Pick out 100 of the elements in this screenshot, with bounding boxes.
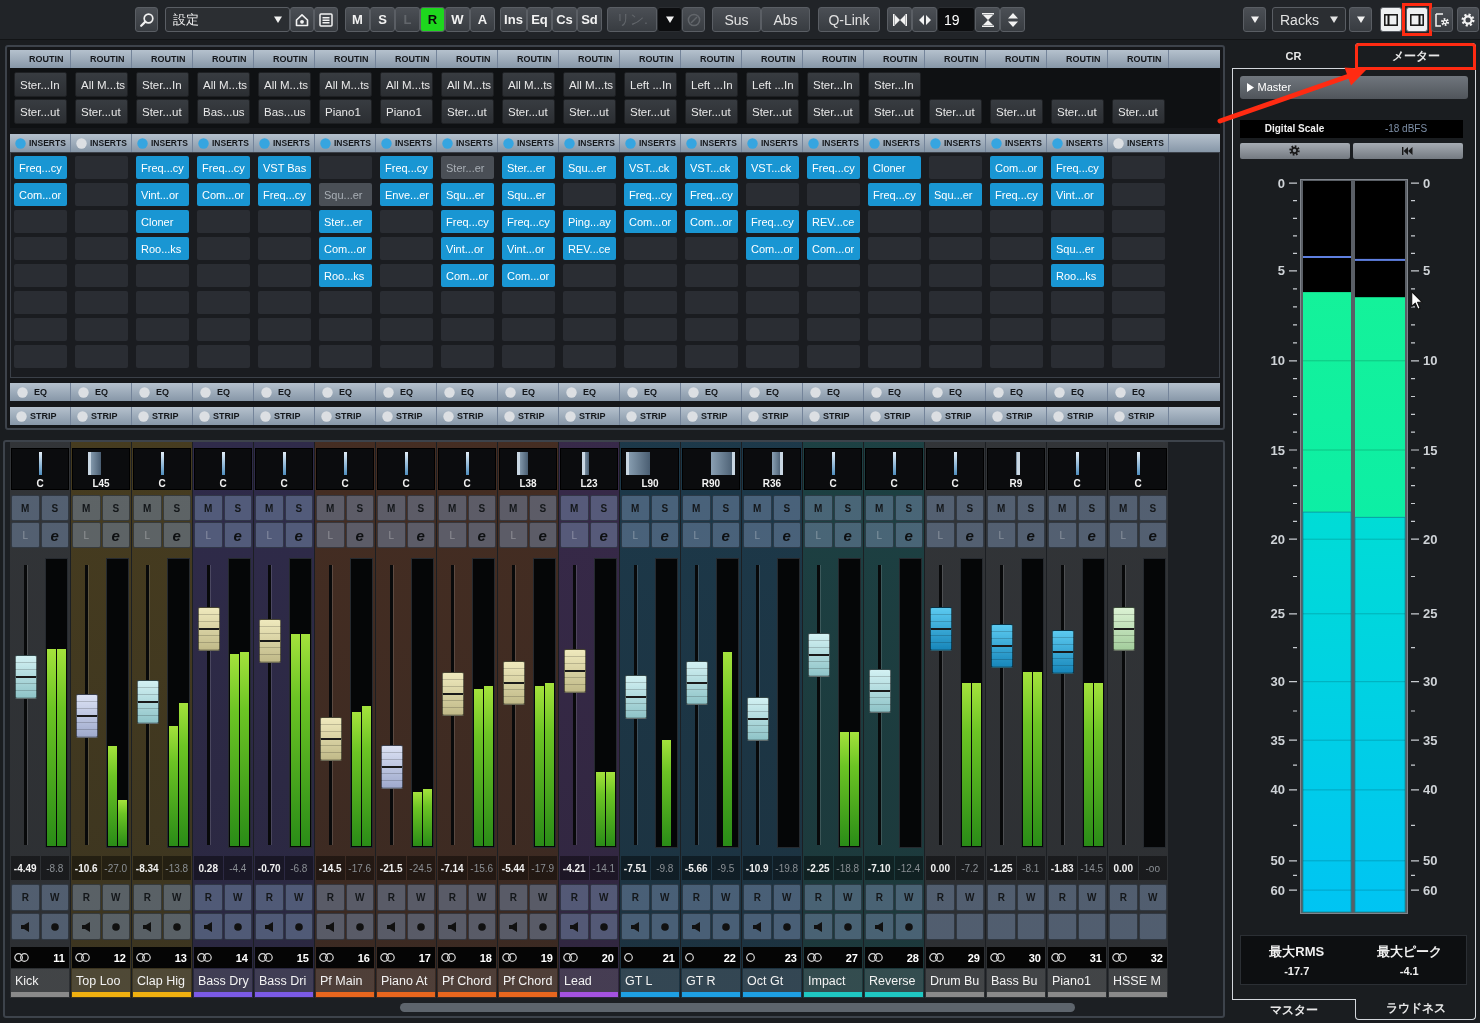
linked-rings-icon[interactable] xyxy=(380,953,395,962)
dropdown-button[interactable] xyxy=(1243,7,1266,32)
read-button[interactable]: R xyxy=(926,884,955,911)
read-button[interactable]: R xyxy=(438,884,467,911)
linked-rings-icon[interactable] xyxy=(197,953,212,962)
monitor-button[interactable] xyxy=(194,913,223,940)
status-dot-icon[interactable] xyxy=(503,137,514,149)
mode-button[interactable]: Sus xyxy=(712,7,761,32)
output-routing-button[interactable]: Ster...ut xyxy=(1051,99,1104,124)
status-dot-icon[interactable] xyxy=(749,386,760,398)
edit-button[interactable]: e xyxy=(650,522,679,548)
input-routing-button[interactable]: All M...ts xyxy=(380,72,433,97)
status-dot-icon[interactable] xyxy=(259,137,270,149)
input-routing-button[interactable]: All M...ts xyxy=(75,72,128,97)
solo-button[interactable]: S xyxy=(528,495,557,521)
output-routing-button[interactable]: Ster...ut xyxy=(441,99,494,124)
read-button[interactable]: R xyxy=(133,884,162,911)
mute-button[interactable]: M xyxy=(72,495,101,521)
edit-button[interactable]: e xyxy=(711,522,740,548)
input-routing-button[interactable]: All M...ts xyxy=(258,72,311,97)
blank-button[interactable] xyxy=(926,913,955,940)
status-dot-icon[interactable] xyxy=(15,137,26,149)
fader-handle[interactable] xyxy=(747,697,769,741)
dropdown-button[interactable] xyxy=(657,7,682,32)
scrollbar-thumb[interactable] xyxy=(400,1003,1075,1012)
fader-handle[interactable] xyxy=(686,660,708,705)
search-button[interactable] xyxy=(135,7,158,32)
status-dot-icon[interactable] xyxy=(16,410,27,422)
list-button[interactable] xyxy=(314,7,338,32)
output-routing-button[interactable]: Ster...ut xyxy=(990,99,1043,124)
edit-button[interactable]: e xyxy=(467,522,496,548)
pan-indicator[interactable] xyxy=(892,452,896,475)
insert-slot[interactable]: Freq...cy xyxy=(197,156,250,179)
status-dot-icon[interactable] xyxy=(688,386,699,398)
status-dot-icon[interactable] xyxy=(1113,137,1124,149)
blank-button[interactable] xyxy=(1077,913,1106,940)
status-dot-icon[interactable] xyxy=(566,386,577,398)
output-routing-button[interactable]: Ster...ut xyxy=(1112,99,1165,124)
insert-slot[interactable]: VST...ck xyxy=(746,156,799,179)
output-routing-button[interactable]: Ster...ut xyxy=(807,99,860,124)
insert-slot[interactable]: Freq...cy xyxy=(807,156,860,179)
insert-slot[interactable]: Cloner xyxy=(136,210,189,233)
solo-button[interactable]: S xyxy=(345,495,374,521)
linked-rings-icon[interactable] xyxy=(136,953,151,962)
solo-button[interactable]: S xyxy=(162,495,191,521)
status-dot-icon[interactable] xyxy=(991,137,1002,149)
pan-indicator[interactable] xyxy=(581,452,585,475)
write-button[interactable]: W xyxy=(955,884,984,911)
panel-tab[interactable]: CR xyxy=(1232,43,1355,68)
output-routing-button[interactable]: Ster...ut xyxy=(685,99,738,124)
solo-button[interactable]: S xyxy=(223,495,252,521)
edit-button[interactable]: e xyxy=(833,522,862,548)
channel-count-field[interactable]: 19 xyxy=(937,7,975,32)
pan-indicator[interactable] xyxy=(1075,452,1079,475)
record-button[interactable] xyxy=(589,913,618,940)
write-button[interactable]: W xyxy=(528,884,557,911)
edit-button[interactable]: e xyxy=(1077,522,1106,548)
dropdown-button[interactable] xyxy=(1349,7,1372,32)
status-dot-icon[interactable] xyxy=(870,410,881,422)
mute-button[interactable]: M xyxy=(316,495,345,521)
mute-button[interactable]: M xyxy=(1109,495,1138,521)
insert-slot[interactable]: Freq...cy xyxy=(868,183,921,206)
pan-indicator[interactable] xyxy=(953,452,957,475)
status-dot-icon[interactable] xyxy=(321,410,332,422)
insert-slot[interactable]: Squ...er xyxy=(1051,237,1104,260)
solo-button[interactable]: S xyxy=(1138,495,1167,521)
insert-slot[interactable]: Com...or xyxy=(807,237,860,260)
input-routing-button[interactable]: All M...ts xyxy=(563,72,616,97)
insert-slot[interactable]: Roo...ks xyxy=(1051,264,1104,287)
monitor-button[interactable] xyxy=(133,913,162,940)
write-button[interactable]: W xyxy=(711,884,740,911)
insert-slot[interactable]: Com...or xyxy=(685,210,738,233)
edit-button[interactable]: e xyxy=(345,522,374,548)
solo-button[interactable]: S xyxy=(955,495,984,521)
record-button[interactable] xyxy=(650,913,679,940)
insert-slot[interactable]: REV...ce xyxy=(563,237,616,260)
insert-slot[interactable]: Freq...cy xyxy=(624,183,677,206)
edit-button[interactable]: e xyxy=(894,522,923,548)
read-button[interactable]: R xyxy=(743,884,772,911)
mute-button[interactable]: M xyxy=(194,495,223,521)
fader-handle[interactable] xyxy=(442,671,464,716)
insert-slot[interactable]: Freq...cy xyxy=(441,210,494,233)
solo-button[interactable]: S xyxy=(833,495,862,521)
status-dot-icon[interactable] xyxy=(199,410,210,422)
input-routing-button[interactable]: Left ...In xyxy=(746,72,799,97)
monitor-button[interactable] xyxy=(743,913,772,940)
linked-rings-icon[interactable] xyxy=(1112,953,1127,962)
read-button[interactable]: R xyxy=(316,884,345,911)
fader-handle[interactable] xyxy=(930,607,952,652)
section-button[interactable]: Ins xyxy=(500,7,527,32)
fader-handle[interactable] xyxy=(503,660,525,705)
mute-button[interactable]: M xyxy=(804,495,833,521)
write-button[interactable]: W xyxy=(1016,884,1045,911)
mute-button[interactable]: M xyxy=(987,495,1016,521)
status-dot-icon[interactable] xyxy=(200,386,211,398)
output-routing-button[interactable]: Ster...ut xyxy=(868,99,921,124)
status-dot-icon[interactable] xyxy=(625,137,636,149)
read-button[interactable]: R xyxy=(987,884,1016,911)
solo-button[interactable]: S xyxy=(284,495,313,521)
status-dot-icon[interactable] xyxy=(138,410,149,422)
